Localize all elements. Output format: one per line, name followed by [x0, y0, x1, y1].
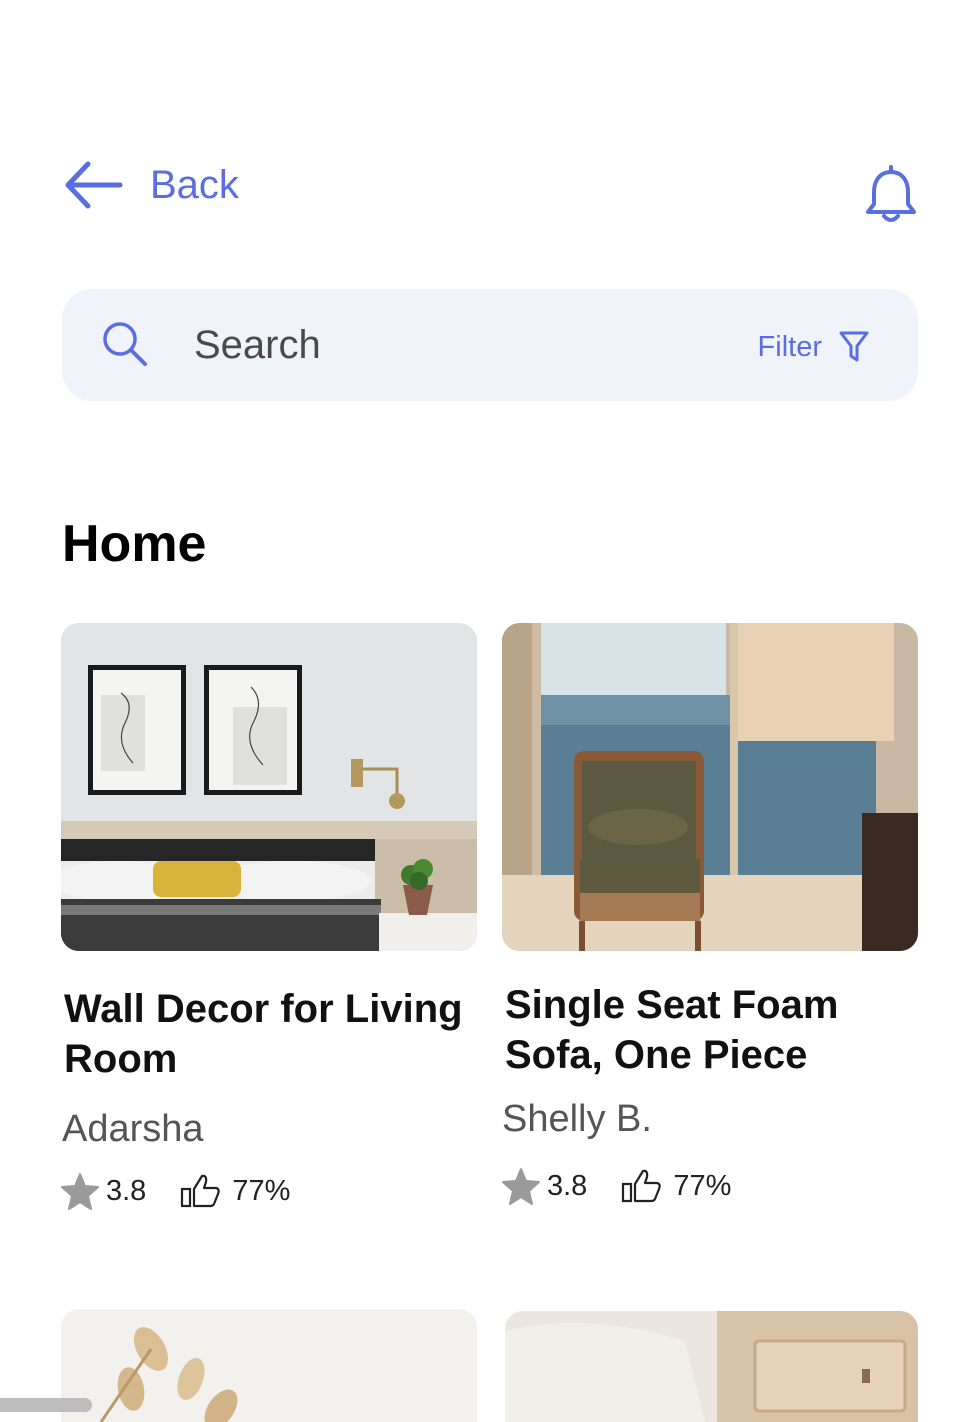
likes-value: 77% [673, 1169, 732, 1202]
bell-icon[interactable] [862, 164, 920, 226]
product-image [61, 623, 477, 951]
filter-label: Filter [757, 330, 822, 363]
thumbs-up-icon [622, 1169, 662, 1203]
product-title: Wall Decor for Living Room [64, 987, 463, 1081]
product-image[interactable] [505, 1311, 918, 1422]
product-author: Shelly B. [502, 1098, 652, 1140]
search-bar: Filter [62, 289, 918, 401]
filter-button[interactable]: Filter [758, 329, 870, 365]
product-meta: 3.8 77% [501, 1167, 731, 1205]
likes-value: 77% [232, 1174, 291, 1207]
rating-value: 3.8 [547, 1169, 588, 1202]
filter-icon [839, 331, 869, 362]
product-title: Single Seat Foam Sofa, One Piece [505, 983, 839, 1077]
back-label: Back [150, 162, 239, 207]
star-icon [61, 1173, 99, 1210]
product-author: Adarsha [62, 1108, 204, 1150]
rating-value: 3.8 [106, 1174, 147, 1207]
search-icon [103, 322, 147, 366]
product-meta: 3.8 77% [60, 1172, 290, 1210]
arrow-left-icon [65, 161, 123, 209]
back-button[interactable]: Back [62, 158, 239, 212]
scroll-indicator [0, 1398, 92, 1412]
product-image[interactable] [61, 1309, 477, 1422]
section-title: Home [62, 515, 207, 573]
star-icon [502, 1168, 540, 1205]
search-input[interactable] [194, 317, 674, 373]
thumbs-up-icon [181, 1174, 221, 1208]
product-image [502, 623, 918, 951]
